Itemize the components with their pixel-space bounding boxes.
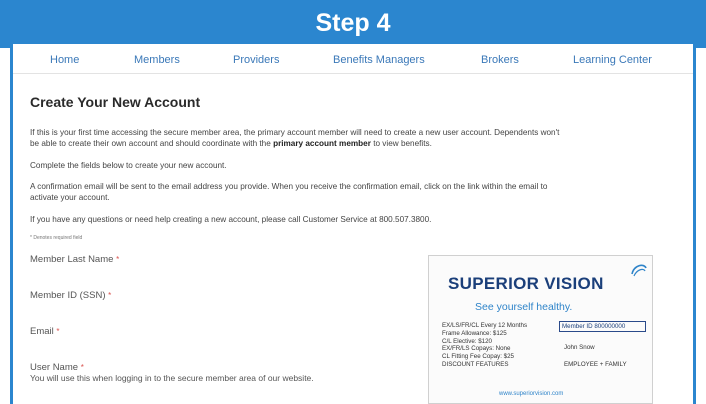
superior-vision-logo: SUPERIOR VISION: [448, 274, 604, 293]
swirl-logo-icon: [631, 264, 647, 277]
user-name-text: User Name: [30, 362, 79, 373]
card-tagline: See yourself healthy.: [475, 301, 573, 313]
nav-providers[interactable]: Providers: [233, 54, 279, 66]
required-mark: *: [56, 327, 60, 336]
intro-paragraph-2: Complete the fields below to create your…: [30, 161, 227, 170]
user-name-hint: You will use this when logging in to the…: [30, 373, 314, 383]
benefit-line: EX/LS/FR/CL Every 12 Months: [442, 322, 528, 329]
member-last-name-text: Member Last Name: [30, 254, 114, 265]
member-last-name-label: Member Last Name *: [30, 254, 119, 265]
required-mark: *: [116, 255, 120, 264]
email-text: Email: [30, 326, 54, 337]
nav-home[interactable]: Home: [50, 54, 79, 66]
nav-members[interactable]: Members: [134, 54, 180, 66]
card-website: www.superiorvision.com: [499, 391, 564, 397]
benefit-line: EX/FR/LS Copays: None: [442, 345, 511, 353]
intro-paragraph-4: If you have any questions or need help c…: [30, 215, 432, 224]
benefit-line: C/L Elective: $120: [442, 337, 492, 345]
intro-paragraph-3: A confirmation email will be sent to the…: [30, 181, 690, 203]
step-title: Step 4: [315, 9, 391, 37]
intro-3-line-2: activate your account.: [30, 193, 110, 202]
primary-member-emphasis: primary account member: [273, 139, 371, 148]
intro-paragraph-1: If this is your first time accessing the…: [30, 127, 690, 149]
card-plan-type: EMPLOYEE + FAMILY: [564, 361, 627, 368]
user-name-label: User Name *: [30, 362, 84, 373]
card-benefits: EX/LS/FR/CL Every 12 Months Frame Allowa…: [442, 322, 527, 369]
required-mark: *: [108, 291, 112, 300]
benefit-line: DISCOUNT FEATURES: [442, 360, 509, 368]
nav-divider: [13, 73, 693, 74]
nav-benefits-managers[interactable]: Benefits Managers: [333, 54, 425, 66]
nav-learning-center[interactable]: Learning Center: [573, 54, 652, 66]
member-id-card-sample: SUPERIOR VISION See yourself healthy. EX…: [428, 255, 653, 404]
required-field-note: * Denotes required field: [30, 235, 83, 241]
member-id-label: Member ID (SSN) *: [30, 290, 111, 301]
benefit-line: Frame Allowance: $125: [442, 329, 507, 337]
step-banner: Step 4: [0, 0, 706, 48]
intro-1-line-2: be able to create their own account and …: [30, 139, 271, 148]
email-label: Email *: [30, 326, 60, 337]
card-member-id-highlight: Member ID 800000000: [559, 321, 646, 332]
required-mark: *: [80, 363, 84, 372]
intro-1-line-2-end: to view benefits.: [373, 139, 432, 148]
card-member-name: John Snow: [564, 344, 595, 351]
page-title: Create Your New Account: [30, 94, 201, 110]
top-navigation: Home Members Providers Benefits Managers…: [13, 50, 693, 72]
benefit-line: CL Fitting Fee Copay: $25: [442, 353, 514, 361]
member-id-text: Member ID (SSN): [30, 290, 106, 301]
intro-3-line-1: A confirmation email will be sent to the…: [30, 182, 548, 191]
nav-brokers[interactable]: Brokers: [481, 54, 519, 66]
intro-1-line-1: If this is your first time accessing the…: [30, 128, 560, 137]
